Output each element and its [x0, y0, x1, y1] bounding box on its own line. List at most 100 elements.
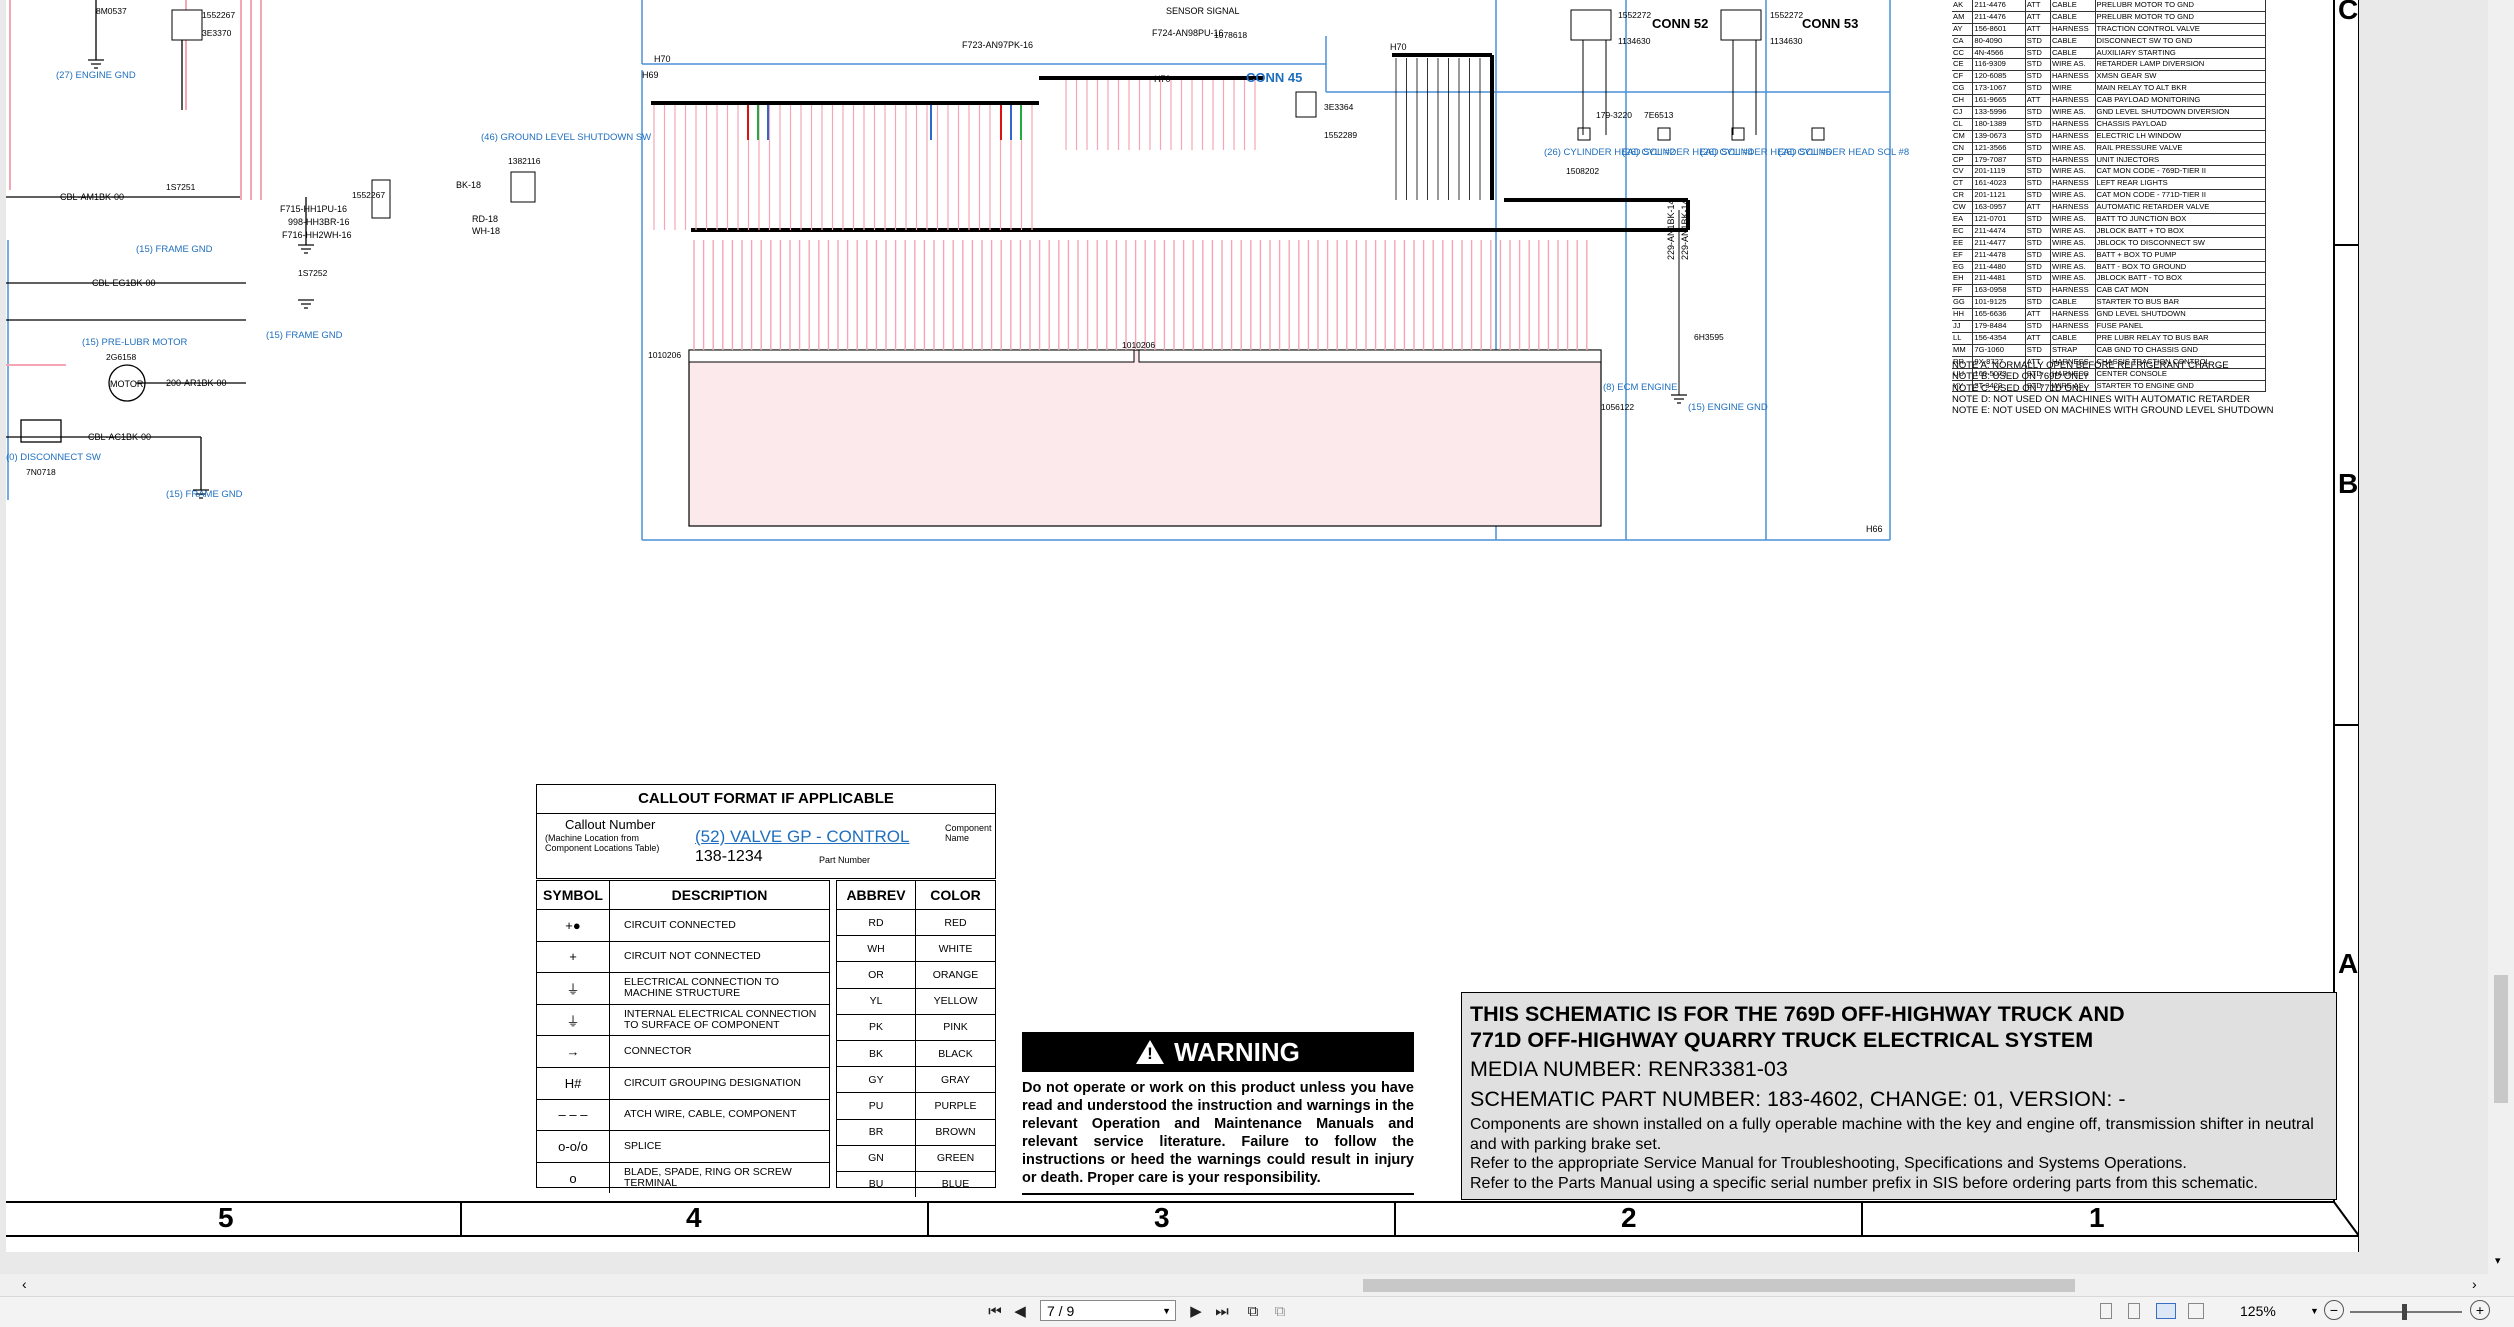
warning-header: ! WARNING	[1022, 1032, 1414, 1072]
harness-legend-row: JJ 179-8484 STD HARNESS FUSE PANEL	[1952, 321, 2266, 333]
harness-legend-cell: 4N-4566	[1973, 47, 2026, 59]
next-view-icon[interactable]: ⧉	[1270, 1302, 1290, 1322]
connector-j1-block	[688, 349, 1602, 527]
harness-legend-cell: WIRE AS.	[2051, 190, 2096, 202]
vertical-scroll-thumb[interactable]	[2494, 975, 2508, 1103]
single-page-view-icon[interactable]	[2100, 1303, 2112, 1319]
prev-view-icon[interactable]: ⧉	[1243, 1302, 1263, 1322]
harness-legend-cell: CG	[1952, 83, 1974, 95]
abbrev-color: PINK	[943, 1021, 968, 1034]
last-page-icon[interactable]: ⏭	[1212, 1302, 1232, 1322]
harness-legend-row: CV 201-1119 STD WIRE AS. CAT MON CODE - 769D…	[1952, 166, 2266, 179]
abbrev-color: RED	[944, 916, 967, 929]
harness-legend-cell: 211-4481	[1973, 273, 2026, 285]
schematic-label: (0) DISCONNECT SW	[6, 452, 101, 463]
harness-legend-cell: CABLE	[2051, 332, 2096, 344]
abbrev-code: BR	[837, 1119, 916, 1145]
scroll-left-icon[interactable]: ‹	[22, 1276, 27, 1292]
schematic-label: 7E6513	[1644, 110, 1674, 120]
abbrev-row: PK PINK	[837, 1014, 995, 1041]
harness-legend-cell: RAIL PRESSURE VALVE	[2096, 142, 2266, 154]
harness-legend-row: EC 211-4474 STD WIRE AS. JBLOCK BATT + TO BO…	[1952, 225, 2266, 238]
schematic-label: 998-HH3BR-16	[288, 217, 350, 227]
scroll-right-icon[interactable]: ›	[2472, 1276, 2477, 1292]
left-circuit-pink	[6, 0, 262, 366]
harness-legend-row: HH 165-6636 ATT HARNESS GND LEVEL SHUTDOWN	[1952, 309, 2266, 322]
callout-example-link[interactable]: (52) VALVE GP - CONTROL	[695, 827, 909, 847]
harness-legend-note: NOTE E: NOT USED ON MACHINES WITH GROUND…	[1952, 405, 2274, 417]
harness-legend-cell: UNIT INJECTORS	[2096, 154, 2266, 166]
harness-legend-cell: BATT TO JUNCTION BOX	[2096, 214, 2266, 225]
harness-legend-cell: WIRE	[2051, 83, 2096, 95]
harness-legend-cell: 161-4023	[1973, 178, 2026, 190]
harness-legend-cell: 201-1121	[1973, 190, 2026, 202]
abbrev-row: RD RED	[837, 910, 995, 937]
grid-col-5: 5	[218, 1202, 234, 1233]
harness-legend-cell: 163-0957	[1973, 202, 2026, 214]
zoom-slider-thumb[interactable]	[2402, 1304, 2407, 1320]
zoom-out-icon[interactable]: −	[2324, 1300, 2344, 1320]
symbol-row: – – – ATCH WIRE, CABLE, COMPONENT	[537, 1099, 829, 1132]
continuous-facing-view-icon[interactable]	[2188, 1303, 2204, 1319]
harness-legend-cell: CR	[1952, 190, 1974, 202]
warning-title: WARNING	[1174, 1036, 1300, 1067]
schematic-label: 8M0537	[96, 6, 127, 16]
harness-legend-cell: HARNESS	[2051, 309, 2096, 321]
harness-legend-cell: 179-8484	[1973, 321, 2026, 332]
symbol-glyph: – – –	[537, 1099, 610, 1131]
vertical-scrollbar[interactable]: ▾	[2488, 0, 2514, 1274]
page-number-input[interactable]: 7 / 9 ▼	[1040, 1300, 1176, 1321]
harness-legend-cell: STD	[2026, 190, 2051, 202]
zoom-in-icon[interactable]: +	[2470, 1300, 2490, 1320]
harness-legend-cell: JBLOCK BATT - TO BOX	[2096, 273, 2266, 285]
grid-col-3: 3	[1154, 1202, 1170, 1233]
harness-legend-cell: WIRE AS.	[2051, 166, 2096, 178]
symbol-glyph: H#	[537, 1067, 610, 1099]
schematic-label: 1382116	[508, 156, 541, 166]
continuous-view-icon[interactable]	[2128, 1303, 2140, 1319]
facing-view-icon[interactable]	[2156, 1303, 2176, 1319]
schematic-label: BK-18	[456, 180, 481, 190]
harness-legend-cell: CAB PAYLOAD MONITORING	[2096, 95, 2266, 107]
abbrev-color: GREEN	[936, 1152, 975, 1165]
schematic-label: 1508202	[1566, 166, 1599, 176]
harness-legend-row: AM 211-4476 ATT CABLE PRELUBR MOTOR TO GND	[1952, 11, 2266, 24]
next-page-icon[interactable]: ▶	[1186, 1302, 1206, 1322]
schematic-label: 1552272	[1618, 10, 1651, 20]
harness-legend-row: CJ 133-5996 STD WIRE AS. GND LEVEL SHUTDOWN …	[1952, 107, 2266, 119]
abbrev-code: WH	[837, 936, 916, 962]
page-dropdown-icon[interactable]: ▼	[1162, 1301, 1171, 1322]
abbrev-code: RD	[837, 910, 916, 936]
harness-legend-row: CG 173-1067 STD WIRE MAIN RELAY TO ALT BKR	[1952, 83, 2266, 96]
harness-legend-cell: AK	[1952, 0, 1974, 11]
harness-legend-row: CA 80-4090 STD CABLE DISCONNECT SW TO GND	[1952, 35, 2266, 48]
grid-row-c: C	[2338, 0, 2359, 25]
harness-legend-cell: EC	[1952, 225, 1974, 237]
zoom-level[interactable]: 125%	[2240, 1303, 2276, 1319]
harness-legend-cell: WIRE AS.	[2051, 273, 2096, 285]
harness-legend-cell: HARNESS	[2051, 23, 2096, 35]
harness-legend-cell: CW	[1952, 202, 1974, 214]
symbol-description: SPLICE	[624, 1139, 662, 1152]
harness-legend-row: EH 211-4481 STD WIRE AS. JBLOCK BATT - TO BO…	[1952, 273, 2266, 286]
first-page-icon[interactable]: ⏮	[985, 1302, 1005, 1322]
abbrev-code: PK	[837, 1014, 916, 1040]
prev-page-icon[interactable]: ◀	[1010, 1302, 1030, 1322]
horizontal-scrollbar[interactable]: ‹ ›	[0, 1274, 2514, 1296]
harness-legend-cell: FUSE PANEL	[2096, 321, 2266, 332]
schematic-label: 1552272	[1770, 10, 1803, 20]
harness-legend-row: CC 4N-4566 STD CABLE AUXILIARY STARTING	[1952, 47, 2266, 60]
symbol-glyph: +●	[537, 910, 610, 941]
schematic-label: 1010206	[648, 350, 681, 360]
harness-legend-cell: EH	[1952, 273, 1974, 285]
zoom-dropdown-icon[interactable]: ▼	[2310, 1306, 2319, 1316]
harness-legend-cell: 211-4478	[1973, 249, 2026, 261]
scroll-down-icon[interactable]: ▾	[2495, 1254, 2501, 1267]
harness-legend-cell: WIRE AS.	[2051, 249, 2096, 261]
warning-text: Do not operate or work on this product u…	[1022, 1080, 1414, 1186]
harness-legend-cell: STD	[2026, 83, 2051, 95]
harness-legend-cell: 101-9125	[1973, 297, 2026, 309]
horizontal-scroll-thumb[interactable]	[1363, 1279, 2075, 1292]
schematic-label: MOTOR	[110, 379, 144, 389]
zoom-slider[interactable]	[2350, 1304, 2462, 1320]
